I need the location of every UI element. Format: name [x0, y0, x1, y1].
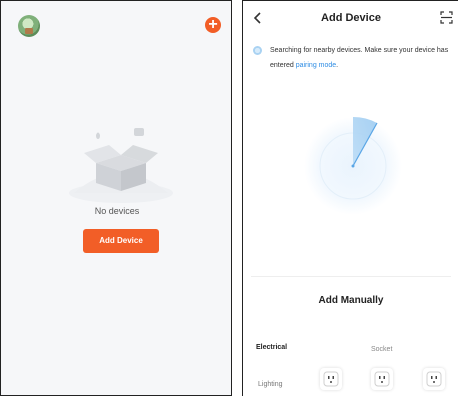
pairing-mode-link[interactable]: pairing mode	[296, 62, 336, 69]
no-devices-text: No devices	[94, 206, 140, 216]
searching-indicator-icon	[253, 46, 262, 55]
plus-icon: +	[208, 16, 218, 33]
category-lighting[interactable]: Lighting	[258, 381, 283, 388]
socket-icon	[374, 371, 390, 387]
subcategory-socket-label: Socket	[371, 346, 393, 353]
socket-device-3[interactable]	[423, 368, 445, 390]
home-screen: + No devices Add Device	[0, 0, 232, 396]
section-divider	[251, 276, 451, 277]
radar-scan-graphic	[304, 116, 402, 215]
add-device-button[interactable]: Add Device	[83, 229, 159, 253]
empty-box-illustration	[69, 128, 173, 203]
page-title: Add Device	[321, 12, 381, 24]
add-device-screen: Add Device Searching for nearby devices.…	[242, 0, 458, 396]
socket-device-1[interactable]	[320, 368, 342, 390]
scan-icon[interactable]	[440, 11, 453, 24]
search-hint: Searching for nearby devices. Make sure …	[270, 43, 452, 73]
socket-icon	[426, 371, 442, 387]
add-manually-title: Add Manually	[318, 295, 384, 306]
socket-icon	[323, 371, 339, 387]
search-hint-suffix: .	[336, 62, 339, 69]
socket-device-2[interactable]	[371, 368, 393, 390]
home-avatar-icon[interactable]	[18, 15, 40, 37]
add-plus-button[interactable]: +	[205, 17, 221, 33]
category-electrical[interactable]: Electrical	[256, 344, 287, 351]
